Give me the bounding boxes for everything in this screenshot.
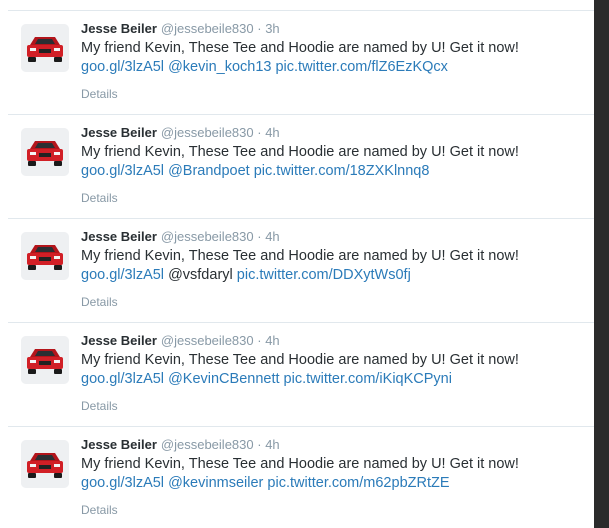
tweet-separator: · [257, 125, 262, 140]
tweet-details-link[interactable]: Details [81, 86, 118, 102]
tweet-item[interactable]: Jesse Beiler @jessebeile830 · 4h My frien… [8, 114, 594, 218]
tweet-fullname[interactable]: Jesse Beiler [81, 333, 157, 348]
tweet-separator: · [257, 437, 262, 452]
tweet-links: goo.gl/3lzA5l @kevin_koch13 pic.twitter.… [81, 58, 448, 77]
tweet-username[interactable]: @jessebeile830 [161, 437, 254, 452]
tweet-details-link[interactable]: Details [81, 398, 118, 414]
red-car-avatar-icon[interactable] [21, 128, 69, 176]
tweet-mention-text: @vsfdaryl [168, 267, 233, 283]
tweet-text: My friend Kevin, These Tee and Hoodie ar… [81, 144, 519, 160]
tweet-timestamp[interactable]: 4h [265, 333, 279, 348]
tweet-mention[interactable]: @kevinmseiler [168, 475, 263, 491]
tweet-header: Jesse Beiler @jessebeile830 · 4h [81, 124, 280, 142]
tweet-header: Jesse Beiler @jessebeile830 · 4h [81, 436, 280, 454]
tweet-pic-link[interactable]: pic.twitter.com/DDXytWs0fj [237, 267, 411, 283]
tweet-timestamp[interactable]: 3h [265, 21, 279, 36]
red-car-avatar-icon[interactable] [21, 24, 69, 72]
tweet-pic-link[interactable]: pic.twitter.com/iKiqKCPyni [284, 371, 452, 387]
tweet-details-link[interactable]: Details [81, 294, 118, 310]
tweet-item[interactable]: Jesse Beiler @jessebeile830 · 4h My frien… [8, 426, 594, 528]
tweet-item[interactable]: Jesse Beiler @jessebeile830 · 3h My frien… [8, 10, 594, 114]
tweet-short-link[interactable]: goo.gl/3lzA5l [81, 163, 164, 179]
tweet-text: My friend Kevin, These Tee and Hoodie ar… [81, 456, 519, 472]
red-car-avatar-icon[interactable] [21, 232, 69, 280]
tweet-username[interactable]: @jessebeile830 [161, 229, 254, 244]
tweet-short-link[interactable]: goo.gl/3lzA5l [81, 475, 164, 491]
window-right-edge [594, 0, 609, 528]
tweet-header: Jesse Beiler @jessebeile830 · 4h [81, 228, 280, 246]
tweet-pic-link[interactable]: pic.twitter.com/m62pbZRtZE [267, 475, 449, 491]
tweet-pic-link[interactable]: pic.twitter.com/flZ6EzKQcx [275, 59, 447, 75]
tweet-links: goo.gl/3lzA5l @Brandpoet pic.twitter.com… [81, 162, 429, 181]
tweet-username[interactable]: @jessebeile830 [161, 333, 254, 348]
red-car-avatar-icon[interactable] [21, 440, 69, 488]
tweet-mention[interactable]: @Brandpoet [168, 163, 250, 179]
tweet-item[interactable]: Jesse Beiler @jessebeile830 · 4h My frien… [8, 218, 594, 322]
tweet-timestamp[interactable]: 4h [265, 125, 279, 140]
tweet-short-link[interactable]: goo.gl/3lzA5l [81, 59, 164, 75]
tweet-text: My friend Kevin, These Tee and Hoodie ar… [81, 40, 519, 56]
tweet-pic-link[interactable]: pic.twitter.com/18ZXKlnnq8 [254, 163, 430, 179]
tweet-header: Jesse Beiler @jessebeile830 · 4h [81, 332, 280, 350]
tweet-timestamp[interactable]: 4h [265, 437, 279, 452]
tweet-short-link[interactable]: goo.gl/3lzA5l [81, 267, 164, 283]
tweet-text: My friend Kevin, These Tee and Hoodie ar… [81, 352, 519, 368]
tweet-links: goo.gl/3lzA5l @kevinmseiler pic.twitter.… [81, 474, 450, 493]
tweet-links: goo.gl/3lzA5l @KevinCBennett pic.twitter… [81, 370, 452, 389]
tweet-separator: · [257, 21, 262, 36]
tweet-header: Jesse Beiler @jessebeile830 · 3h [81, 20, 280, 38]
tweet-separator: · [257, 333, 262, 348]
tweet-timestamp[interactable]: 4h [265, 229, 279, 244]
tweet-text: My friend Kevin, These Tee and Hoodie ar… [81, 248, 519, 264]
tweet-feed: Jesse Beiler @jessebeile830 · 3h My frien… [0, 0, 594, 528]
tweet-username[interactable]: @jessebeile830 [161, 21, 254, 36]
red-car-avatar-icon[interactable] [21, 336, 69, 384]
tweet-mention[interactable]: @KevinCBennett [168, 371, 279, 387]
tweet-links: goo.gl/3lzA5l @vsfdaryl pic.twitter.com/… [81, 266, 411, 285]
tweet-username[interactable]: @jessebeile830 [161, 125, 254, 140]
tweet-details-link[interactable]: Details [81, 190, 118, 206]
tweet-mention[interactable]: @kevin_koch13 [168, 59, 271, 75]
tweet-fullname[interactable]: Jesse Beiler [81, 125, 157, 140]
tweet-fullname[interactable]: Jesse Beiler [81, 229, 157, 244]
tweet-item[interactable]: Jesse Beiler @jessebeile830 · 4h My frien… [8, 322, 594, 426]
tweet-separator: · [257, 229, 262, 244]
tweet-details-link[interactable]: Details [81, 502, 118, 518]
tweet-fullname[interactable]: Jesse Beiler [81, 437, 157, 452]
tweet-fullname[interactable]: Jesse Beiler [81, 21, 157, 36]
tweet-short-link[interactable]: goo.gl/3lzA5l [81, 371, 164, 387]
